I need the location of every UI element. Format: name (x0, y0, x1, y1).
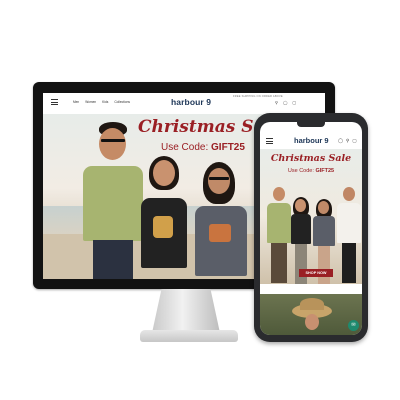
user-icon[interactable]: ◯ (283, 101, 287, 105)
nav-link-kids[interactable]: Kids (102, 100, 108, 104)
mobile-promo-code: Use Code: GIFT25 (260, 168, 362, 174)
desktop-nav: Men Women Kids Collections (73, 100, 130, 104)
mobile-header-icons: ◯ ⚲ ▢ (338, 138, 357, 143)
model-woman-grey-tee (191, 162, 251, 279)
search-icon[interactable]: ⚲ (346, 138, 349, 143)
mobile-model-1 (266, 187, 292, 284)
promo-code: Use Code: GIFT25 (161, 142, 245, 153)
promo-code-label: Use Code: (161, 142, 209, 153)
nav-link-women[interactable]: Women (85, 100, 96, 104)
brand-logo[interactable]: harbour 9 (171, 97, 211, 107)
desktop-header: Men Women Kids Collections harbour 9 FRE… (43, 93, 325, 115)
shipping-note: FREE SHIPPING ON ORDER ABOVE (233, 95, 283, 98)
mobile-screen: harbour 9 ◯ ⚲ ▢ Christmas Sale Use Code:… (260, 122, 362, 335)
shop-now-button[interactable]: SHOP NOW (299, 269, 333, 277)
monitor-stand (152, 289, 220, 333)
promo-code-value: GIFT25 (211, 142, 245, 153)
chat-icon[interactable]: ✉ (348, 320, 359, 331)
cart-icon[interactable]: ▢ (292, 101, 296, 105)
mobile-model-4 (336, 187, 362, 284)
mobile-menu-icon[interactable] (266, 138, 273, 144)
menu-icon[interactable] (51, 99, 58, 105)
model-woman-black-tee (139, 156, 191, 279)
mobile-hero-banner[interactable]: Christmas Sale Use Code: GIFT25 SHOP NOW (260, 149, 362, 284)
mobile-promo-code-value: GIFT25 (315, 168, 335, 174)
nav-link-collections[interactable]: Collections (114, 100, 130, 104)
mobile-second-banner[interactable] (260, 294, 362, 335)
model-face (305, 314, 319, 330)
cart-icon[interactable]: ▢ (352, 138, 356, 143)
model-man-olive (77, 122, 147, 279)
monitor-base (140, 330, 238, 342)
mobile-brand-logo[interactable]: harbour 9 (294, 136, 329, 145)
mobile-phone: harbour 9 ◯ ⚲ ▢ Christmas Sale Use Code:… (254, 113, 368, 342)
hat-crown (300, 298, 324, 310)
mobile-sale-title: Christmas Sale (270, 153, 352, 164)
phone-notch (297, 122, 325, 127)
search-icon[interactable]: ⚲ (275, 101, 278, 105)
mobile-promo-code-label: Use Code: (287, 168, 314, 174)
header-icons: ⚲ ◯ ▢ (275, 101, 296, 105)
user-icon[interactable]: ◯ (338, 138, 343, 143)
nav-link-men[interactable]: Men (73, 100, 79, 104)
